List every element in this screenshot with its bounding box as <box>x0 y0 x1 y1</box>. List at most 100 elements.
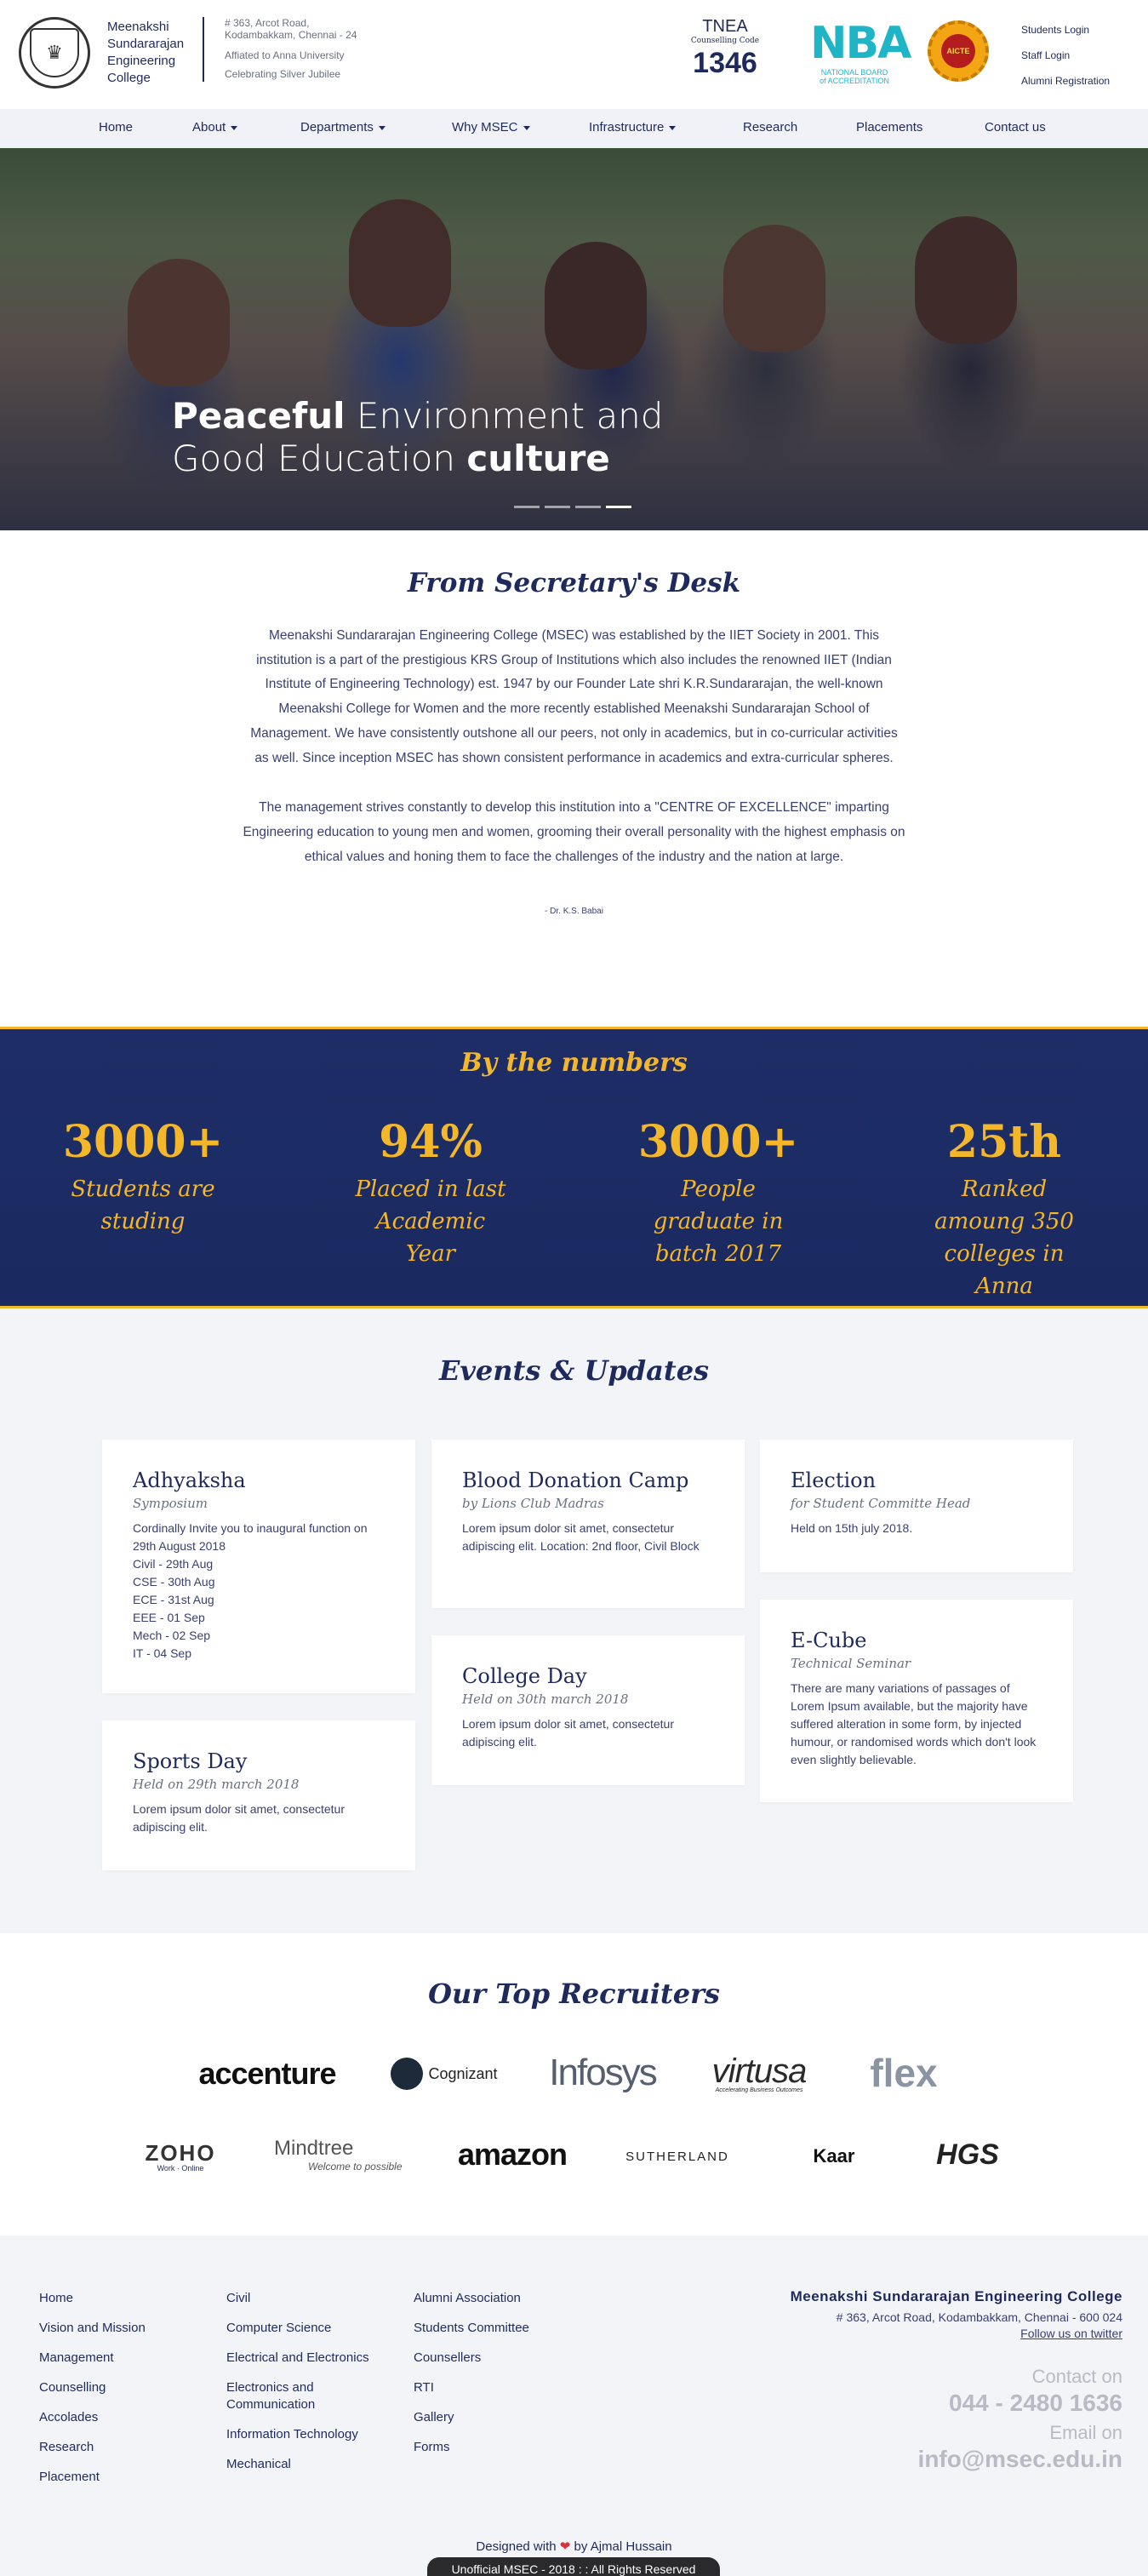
footer-link[interactable]: RTI <box>414 2380 434 2395</box>
logo-wordmark: Mindtree <box>274 2137 354 2160</box>
nav-about[interactable]: About <box>192 120 238 135</box>
tnea-subtitle: Counselling Code <box>690 37 760 45</box>
footer-link[interactable]: Accolades <box>39 2410 98 2424</box>
hero-carousel[interactable]: Peaceful Environment and Good Education … <box>0 148 1148 530</box>
twitter-link[interactable]: Follow us on twitter <box>731 2327 1122 2340</box>
caret-down-icon <box>669 125 677 130</box>
students-login-link[interactable]: Students Login <box>1021 24 1089 36</box>
event-card[interactable]: Sports Day Held on 29th march 2018 Lorem… <box>102 1720 415 1870</box>
stat-value: 3000+ <box>637 1116 799 1168</box>
stat-item: 3000+ People graduate in batch 2017 <box>591 1119 846 1270</box>
footer-link[interactable]: Management <box>39 2350 114 2365</box>
logo-wordmark: HGS <box>936 2138 999 2171</box>
copyright-bar: Unofficial MSEC - 2018 : : All Rights Re… <box>427 2557 720 2576</box>
carousel-indicator[interactable] <box>514 506 540 508</box>
event-title: Adhyaksha <box>133 1468 246 1492</box>
footer-link[interactable]: Counselling <box>39 2380 106 2395</box>
header-address: # 363, Arcot Road, Kodambakkam, Chennai … <box>225 17 357 80</box>
nba-caption: NATIONAL BOARD <box>820 68 888 77</box>
footer-link[interactable]: Mechanical <box>226 2457 291 2471</box>
nav-home[interactable]: Home <box>99 120 133 135</box>
footer-link[interactable]: Forms <box>414 2440 450 2454</box>
logo-wordmark: Infosys <box>549 2052 657 2093</box>
nav-infrastructure[interactable]: Infrastructure <box>589 120 677 135</box>
event-card[interactable]: Blood Donation Camp by Lions Club Madras… <box>431 1440 745 1608</box>
footer-link[interactable]: Research <box>39 2440 94 2454</box>
alumni-registration-link[interactable]: Alumni Registration <box>1021 75 1110 87</box>
college-logo[interactable]: ♛ <box>19 17 90 89</box>
event-card[interactable]: College Day Held on 30th march 2018 Lore… <box>431 1635 745 1785</box>
amazon-logo: amazon <box>453 2131 572 2178</box>
nav-placements[interactable]: Placements <box>856 120 922 135</box>
footer-link[interactable]: Home <box>39 2291 73 2305</box>
event-title: Election <box>791 1468 877 1492</box>
footer-link[interactable]: Counsellers <box>414 2350 481 2365</box>
nav-label: Research <box>743 120 798 135</box>
event-subtitle: Technical Seminar <box>791 1656 911 1671</box>
college-name[interactable]: Meenakshi Sundararajan Engineering Colle… <box>107 19 184 87</box>
footer-link[interactable]: Students Committee <box>414 2321 529 2335</box>
credit-text: by Ajmal Hussain <box>574 2539 672 2554</box>
footer-link[interactable]: Vision and Mission <box>39 2321 146 2335</box>
college-name-line: College <box>107 71 151 85</box>
cognizant-logo: Cognizant <box>385 2052 504 2095</box>
header-divider <box>203 17 204 82</box>
secretary-signature: - Dr. K.S. Babai <box>545 907 603 917</box>
design-credit: Designed with ❤ by Ajmal Hussain <box>0 2539 1148 2554</box>
event-title: E-Cube <box>791 1629 867 1652</box>
stat-item: 94% Placed in last Academic Year <box>303 1119 558 1270</box>
accenture-logo: accenture <box>198 2052 336 2095</box>
college-name-line: Engineering <box>107 54 176 68</box>
carousel-indicator[interactable] <box>545 506 570 508</box>
phone-number[interactable]: 044 - 2480 1636 <box>731 2390 1122 2417</box>
email-address[interactable]: info@msec.edu.in <box>731 2446 1122 2473</box>
footer-link[interactable]: Gallery <box>414 2410 454 2424</box>
secretary-paragraph: The management strives constantly to dev… <box>243 800 905 864</box>
tnea-code: 1346 <box>693 47 757 79</box>
header-quick-links: Students Login Staff Login Alumni Regist… <box>1021 17 1110 94</box>
footer-link[interactable]: Electronics and Communication <box>226 2380 315 2412</box>
stat-value: 94% <box>379 1116 483 1168</box>
nav-label: Contact us <box>985 120 1046 135</box>
kaar-logo: Kaar <box>807 2129 861 2184</box>
nav-research[interactable]: Research <box>743 120 797 135</box>
stat-label: Students are studing <box>71 1176 215 1234</box>
logo-caption: Work · Online <box>157 2164 204 2172</box>
recruiters-section: Our Top Recruiters accenture Cognizant I… <box>0 1933 1148 2235</box>
address-line: Kodambakkam, Chennai - 24 <box>225 29 357 41</box>
carousel-indicator[interactable] <box>575 506 601 508</box>
site-header: ♛ Meenakshi Sundararajan Engineering Col… <box>0 0 1148 109</box>
event-title: Blood Donation Camp <box>462 1468 689 1492</box>
footer-link[interactable]: Alumni Association <box>414 2291 521 2305</box>
section-title: By the numbers <box>460 1048 688 1078</box>
event-card[interactable]: E-Cube Technical Seminar There are many … <box>760 1600 1073 1802</box>
stat-item: 3000+ Students are studing <box>15 1119 271 1238</box>
footer-link[interactable]: Electrical and Electronics <box>226 2350 369 2365</box>
nav-contact[interactable]: Contact us <box>985 120 1046 135</box>
staff-login-link[interactable]: Staff Login <box>1021 49 1070 61</box>
nav-departments[interactable]: Departments <box>300 120 386 135</box>
virtusa-logo: virtusa Accelerating Business Outcomes <box>705 2049 814 2097</box>
stat-item: 25th Ranked amoung 350 colleges in Anna … <box>877 1119 1132 1335</box>
nav-why-msec[interactable]: Why MSEC <box>452 120 530 135</box>
nav-label: About <box>192 120 226 135</box>
stat-value: 3000+ <box>62 1116 224 1168</box>
footer-link[interactable]: Placement <box>39 2470 100 2484</box>
credit-text: Designed with <box>476 2539 557 2554</box>
footer-link[interactable]: Civil <box>226 2291 250 2305</box>
logo-wordmark: ZOHO <box>145 2140 216 2166</box>
carousel-indicators <box>514 506 631 508</box>
event-card[interactable]: Adhyaksha Symposium Cordinally Invite yo… <box>102 1440 415 1693</box>
footer-link[interactable]: Information Technology <box>226 2427 358 2441</box>
secretary-desk-section: From Secretary's Desk Meenakshi Sundarar… <box>0 530 1148 1027</box>
logo-wordmark: Kaar <box>813 2145 855 2167</box>
event-body: There are many variations of passages of… <box>791 1681 1037 1766</box>
email-label: Email on <box>1049 2422 1122 2443</box>
footer-link[interactable]: Computer Science <box>226 2321 331 2335</box>
event-card[interactable]: Election for Student Committe Head Held … <box>760 1440 1073 1572</box>
footer-col-more: Alumni Association Students Committee Co… <box>414 2290 529 2469</box>
carousel-indicator-active[interactable] <box>606 506 631 508</box>
stat-label: People graduate in batch 2017 <box>653 1176 784 1267</box>
footer-col-links: Home Vision and Mission Management Couns… <box>39 2290 146 2499</box>
footer-contact: Meenakshi Sundararajan Engineering Colle… <box>731 2288 1122 2473</box>
